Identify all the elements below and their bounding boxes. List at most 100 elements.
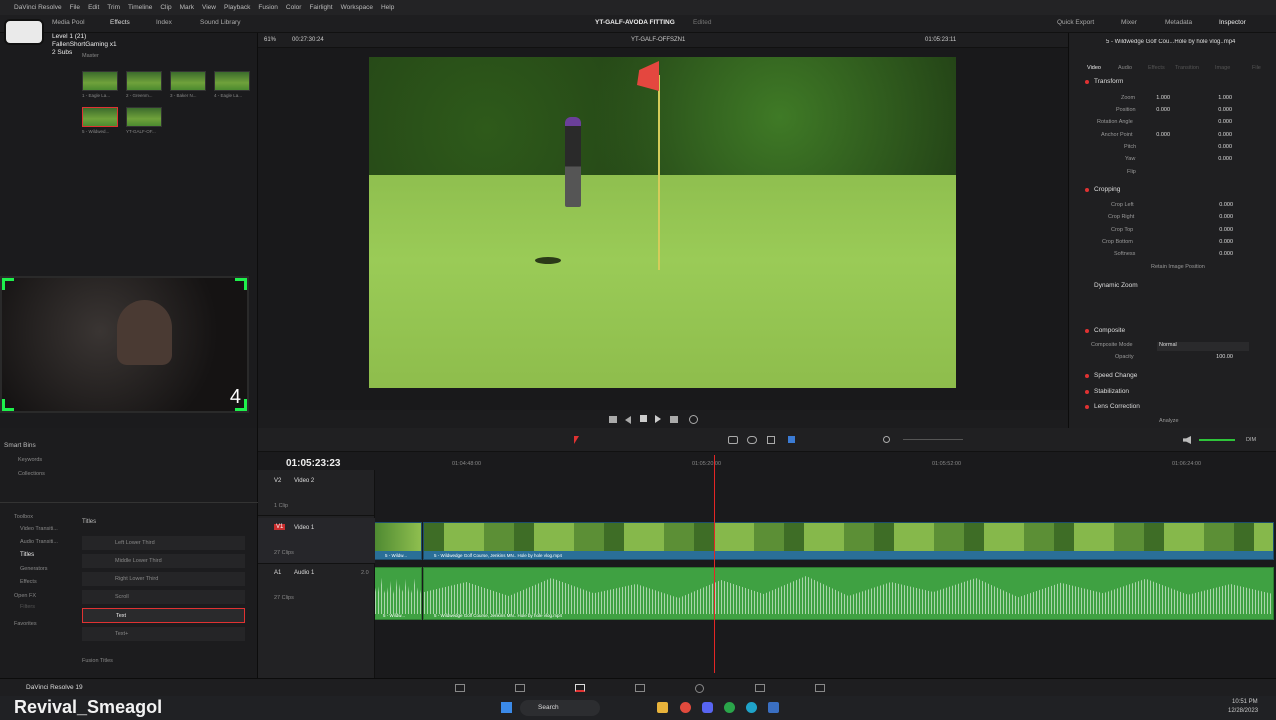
menu-file[interactable]: File: [70, 4, 80, 11]
fusion-page-icon[interactable]: [635, 684, 645, 692]
softness-value[interactable]: 0.000: [1211, 251, 1233, 257]
title-item[interactable]: Left Lower Third: [82, 536, 245, 550]
windows-start-icon[interactable]: [501, 702, 512, 713]
menu-timeline[interactable]: Timeline: [128, 4, 152, 11]
davinci-taskbar-icon[interactable]: [768, 702, 779, 713]
index-tab[interactable]: Index: [156, 19, 172, 26]
stop-icon[interactable]: [640, 415, 647, 422]
filters-item[interactable]: Filters: [20, 604, 35, 610]
xbox-icon[interactable]: [724, 702, 735, 713]
media-clip-thumb[interactable]: [170, 71, 206, 91]
inspector-tab-effects[interactable]: Effects: [1148, 65, 1165, 71]
media-page-icon[interactable]: [455, 684, 465, 692]
lens-correction-header[interactable]: Lens Correction: [1094, 403, 1140, 410]
flag-icon[interactable]: [788, 436, 795, 443]
effects-item[interactable]: Effects: [20, 579, 37, 585]
timeline-selector[interactable]: YT-GALF-OFFSZN1: [631, 37, 685, 43]
zoom-y-value[interactable]: 1.000: [1210, 95, 1232, 101]
zoom-x-value[interactable]: 1.000: [1148, 95, 1170, 101]
color-page-icon[interactable]: [695, 684, 704, 693]
zoom-slider[interactable]: [903, 439, 963, 440]
quick-export-button[interactable]: Quick Export: [1057, 19, 1094, 26]
track-a1[interactable]: A1 Audio 1 2.0 27 Clips: [258, 566, 375, 622]
opacity-value[interactable]: 100.00: [1211, 354, 1233, 360]
inspector-tab-transition[interactable]: Transition: [1175, 65, 1199, 71]
composite-header[interactable]: Composite: [1094, 327, 1125, 334]
media-clip-thumb[interactable]: [82, 107, 118, 127]
inspector-tab-file[interactable]: File: [1252, 65, 1261, 71]
pitch-value[interactable]: 0.000: [1210, 144, 1232, 150]
anchor-x-value[interactable]: 0.000: [1148, 132, 1170, 138]
play-reverse-icon[interactable]: [625, 416, 631, 424]
transform-enabled-dot[interactable]: [1085, 80, 1089, 84]
toolbox-item[interactable]: Toolbox: [14, 514, 33, 520]
titles-item[interactable]: Titles: [20, 552, 34, 558]
edge-icon[interactable]: [746, 702, 757, 713]
title-item[interactable]: Right Lower Third: [82, 572, 245, 586]
title-item-selected[interactable]: Text: [82, 608, 245, 623]
menu-edit[interactable]: Edit: [88, 4, 99, 11]
dim-button[interactable]: DIM: [1246, 437, 1256, 443]
position-x-value[interactable]: 0.000: [1148, 107, 1170, 113]
yaw-value[interactable]: 0.000: [1210, 156, 1232, 162]
transform-header[interactable]: Transform: [1094, 78, 1123, 85]
edit-page-icon[interactable]: [575, 684, 585, 692]
speaker-icon[interactable]: [1183, 436, 1191, 444]
collections-bin[interactable]: Collections: [18, 471, 45, 477]
title-item[interactable]: Text+: [82, 627, 245, 641]
media-pool-tab[interactable]: Media Pool: [52, 19, 85, 26]
title-item[interactable]: Scroll: [82, 590, 245, 604]
menu-view[interactable]: View: [202, 4, 216, 11]
speed-change-dot[interactable]: [1085, 374, 1089, 378]
crop-bottom-value[interactable]: 0.000: [1211, 239, 1233, 245]
master-bin[interactable]: Master: [82, 53, 99, 59]
lock-icon[interactable]: [767, 436, 775, 444]
favorites-item[interactable]: Favorites: [14, 621, 37, 627]
inspector-tab-video[interactable]: Video: [1087, 65, 1101, 71]
keywords-bin[interactable]: Keywords: [18, 457, 42, 463]
menu-workspace[interactable]: Workspace: [341, 4, 373, 11]
play-icon[interactable]: [655, 415, 661, 423]
go-to-end-icon[interactable]: [670, 416, 678, 423]
cropping-enabled-dot[interactable]: [1085, 188, 1089, 192]
file-explorer-icon[interactable]: [657, 702, 668, 713]
menu-clip[interactable]: Clip: [160, 4, 171, 11]
snapping-icon[interactable]: [728, 436, 738, 444]
menu-help[interactable]: Help: [381, 4, 394, 11]
menu-color[interactable]: Color: [286, 4, 302, 11]
fairlight-page-icon[interactable]: [755, 684, 765, 692]
linked-selection-icon[interactable]: [747, 436, 757, 444]
audio-clip[interactable]: 5 - Wildwedge Golf Course, Jenkins MN.. …: [423, 567, 1274, 620]
track-v2[interactable]: V2 Video 2 1 Clip: [258, 470, 375, 516]
discord-icon[interactable]: [702, 702, 713, 713]
go-to-start-icon[interactable]: [609, 416, 617, 423]
stabilization-header[interactable]: Stabilization: [1094, 388, 1129, 395]
generators-item[interactable]: Generators: [20, 566, 48, 572]
crop-right-value[interactable]: 0.000: [1211, 214, 1233, 220]
inspector-tab-audio[interactable]: Audio: [1118, 65, 1132, 71]
composite-mode-select[interactable]: Normal: [1157, 342, 1249, 351]
media-clip-thumb[interactable]: [126, 71, 162, 91]
cut-page-icon[interactable]: [515, 684, 525, 692]
anchor-y-value[interactable]: 0.000: [1210, 132, 1232, 138]
position-y-value[interactable]: 0.000: [1210, 107, 1232, 113]
mixer-button[interactable]: Mixer: [1121, 19, 1137, 26]
zoom-level[interactable]: 61%: [264, 37, 276, 43]
crop-top-value[interactable]: 0.000: [1211, 227, 1233, 233]
taskbar-search[interactable]: Search: [520, 700, 600, 716]
menu-fusion[interactable]: Fusion: [258, 4, 278, 11]
menu-playback[interactable]: Playback: [224, 4, 250, 11]
effects-tab[interactable]: Effects: [110, 19, 130, 26]
media-clip-thumb[interactable]: [214, 71, 250, 91]
speed-change-header[interactable]: Speed Change: [1094, 372, 1137, 379]
inspector-tab-image[interactable]: Image: [1215, 65, 1230, 71]
video-transitions-item[interactable]: Video Transiti...: [20, 526, 58, 532]
media-clip-thumb[interactable]: [126, 107, 162, 127]
crop-left-value[interactable]: 0.000: [1211, 202, 1233, 208]
stabilization-dot[interactable]: [1085, 390, 1089, 394]
audio-clip[interactable]: 5 - Wildw...: [374, 567, 422, 620]
playhead[interactable]: [714, 455, 715, 673]
analyze-button[interactable]: Analyze: [1159, 418, 1179, 424]
zoom-icon[interactable]: [883, 436, 890, 443]
menu-fairlight[interactable]: Fairlight: [309, 4, 332, 11]
